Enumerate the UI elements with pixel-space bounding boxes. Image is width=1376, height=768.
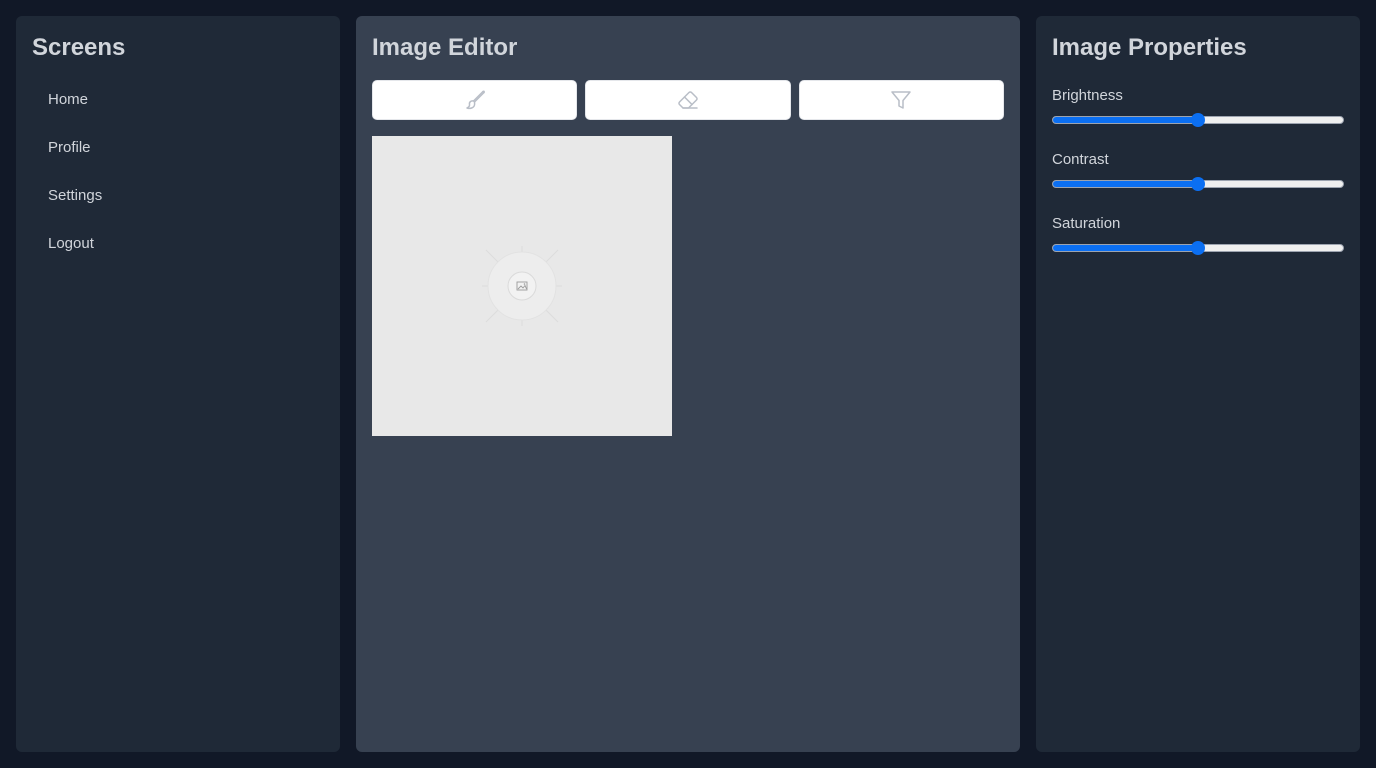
screens-nav: Home Profile Settings Logout	[32, 88, 324, 280]
eraser-icon	[676, 88, 700, 112]
slider-fill	[1053, 117, 1198, 123]
contrast-control: Contrast	[1052, 148, 1344, 196]
editor-toolbar	[372, 80, 1004, 120]
sidebar-item-home[interactable]: Home	[32, 88, 324, 136]
sidebar-item-profile[interactable]: Profile	[32, 136, 324, 184]
image-placeholder-icon	[472, 236, 572, 336]
properties-title: Image Properties	[1052, 34, 1247, 61]
slider-thumb[interactable]	[1191, 241, 1205, 255]
brightness-control: Brightness	[1052, 84, 1344, 132]
saturation-slider[interactable]	[1052, 236, 1344, 260]
filter-icon	[889, 88, 913, 112]
screens-sidebar: Screens Home Profile Settings Logout	[16, 16, 340, 752]
editor-title: Image Editor	[372, 34, 518, 61]
slider-fill	[1053, 245, 1198, 251]
sidebar-item-settings[interactable]: Settings	[32, 184, 324, 232]
slider-fill	[1053, 181, 1198, 187]
image-properties-panel: Image Properties Brightness Contrast Sat…	[1036, 16, 1360, 752]
image-canvas[interactable]	[372, 136, 672, 436]
contrast-label: Contrast	[1052, 151, 1109, 168]
brush-tool-button[interactable]	[372, 80, 578, 120]
brightness-slider[interactable]	[1052, 108, 1344, 132]
image-editor-panel: Image Editor	[356, 16, 1020, 752]
brightness-label: Brightness	[1052, 87, 1123, 104]
paintbrush-icon	[463, 88, 487, 112]
saturation-label: Saturation	[1052, 215, 1121, 232]
sidebar-item-logout[interactable]: Logout	[32, 232, 324, 280]
contrast-slider[interactable]	[1052, 172, 1344, 196]
filter-tool-button[interactable]	[798, 80, 1004, 120]
slider-thumb[interactable]	[1191, 113, 1205, 127]
eraser-tool-button[interactable]	[585, 80, 791, 120]
app-layout: Screens Home Profile Settings Logout Ima…	[0, 0, 1376, 768]
sidebar-title: Screens	[32, 34, 126, 61]
saturation-control: Saturation	[1052, 212, 1344, 260]
slider-thumb[interactable]	[1191, 177, 1205, 191]
